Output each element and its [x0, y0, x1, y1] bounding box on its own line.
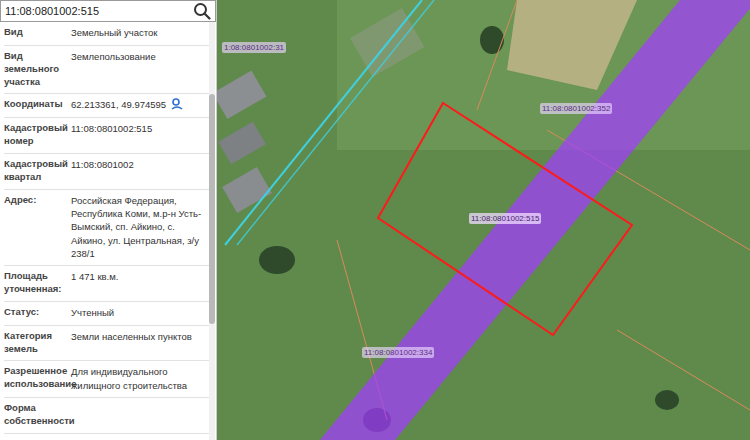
- row-label: Адрес:: [4, 194, 68, 260]
- row-label: Вид: [4, 26, 68, 40]
- scrollbar-thumb[interactable]: [209, 94, 215, 324]
- parcel-label[interactable]: 11:08:0801002:352: [540, 103, 612, 114]
- row-label: Категория земель: [4, 330, 68, 356]
- row-label: Вид земельного участка: [4, 50, 68, 88]
- search-icon[interactable]: [193, 2, 211, 20]
- row-label: Площадь уточненная:: [4, 270, 68, 296]
- info-row: Категория земель Земли населенных пункто…: [4, 326, 209, 362]
- row-label: Форма собственности: [4, 402, 68, 428]
- cadastral-map-app: Вид Земельный участок Вид земельного уча…: [0, 0, 750, 440]
- info-row: Вид земельного участка Землепользование: [4, 46, 209, 94]
- info-row: Вид Земельный участок: [4, 22, 209, 46]
- row-value: Учтенный: [68, 306, 209, 320]
- road-line: [225, 0, 422, 245]
- info-row: Кадастровый номер 11:08:0801002:515: [4, 118, 209, 154]
- info-row: Статус: Учтенный: [4, 302, 209, 326]
- row-label: Статус:: [4, 306, 68, 320]
- row-value: [68, 402, 209, 428]
- info-panel: Вид Земельный участок Вид земельного уча…: [0, 22, 216, 440]
- row-value: Землепользование: [68, 50, 209, 88]
- info-row: Координаты 62.213361, 49.974595: [4, 94, 209, 118]
- row-label: Кадастровый номер: [4, 122, 68, 148]
- info-row: Разрешенное использование Для индивидуал…: [4, 361, 209, 398]
- row-value: 1 471 кв.м.: [68, 270, 209, 296]
- parcel-label[interactable]: 1:08:0801002:31: [222, 42, 286, 53]
- info-row: Площадь уточненная: 1 471 кв.м.: [4, 266, 209, 302]
- row-label: Разрешенное использование: [4, 365, 68, 392]
- row-value: 11:08:0801002: [68, 158, 209, 184]
- info-rows: Вид Земельный участок Вид земельного уча…: [0, 22, 209, 440]
- row-value: Для индивидуального жилищного строительс…: [68, 365, 209, 392]
- search-bar: [0, 0, 216, 22]
- map-view[interactable]: 1:08:0801002:31 11:08:0801002:352 11:08:08…: [217, 0, 750, 440]
- zone-band[interactable]: [320, 0, 750, 440]
- selected-parcel-outline[interactable]: [378, 103, 632, 335]
- location-icon[interactable]: [171, 98, 183, 110]
- row-value: Российская Федерация, Республика Коми, м…: [68, 194, 209, 260]
- search-input[interactable]: [3, 5, 193, 17]
- row-value: 62.213361, 49.974595: [68, 98, 209, 112]
- scrollbar[interactable]: [209, 22, 215, 440]
- house: [222, 167, 272, 213]
- parcel-label[interactable]: 11:08:0801002:515: [469, 213, 541, 224]
- parcel-label[interactable]: 11:08:0801002:334: [362, 347, 434, 358]
- row-label: Кадастровый квартал: [4, 158, 68, 184]
- house: [218, 122, 266, 165]
- row-value: 11:08:0801002:515: [68, 122, 209, 148]
- house: [217, 71, 266, 119]
- side-panel: Вид Земельный участок Вид земельного уча…: [0, 0, 217, 440]
- info-row: Адрес: Российская Федерация, Республика …: [4, 190, 209, 266]
- row-value: Земли населенных пунктов: [68, 330, 209, 356]
- row-label: Координаты: [4, 98, 68, 112]
- row-value: Земельный участок: [68, 26, 209, 40]
- info-row: Форма собственности: [4, 398, 209, 434]
- info-row: Кадастровый квартал 11:08:0801002: [4, 154, 209, 190]
